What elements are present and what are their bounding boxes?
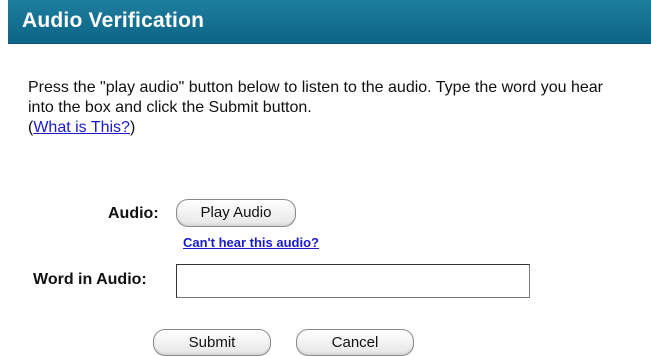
word-in-audio-label: Word in Audio: [33, 271, 147, 288]
dialog-title: Audio Verification [22, 9, 205, 32]
dialog-header: Audio Verification [8, 0, 651, 44]
cancel-button[interactable]: Cancel [296, 329, 414, 356]
word-in-audio-input[interactable] [176, 264, 530, 298]
cant-hear-audio-link[interactable]: Can't hear this audio? [183, 235, 319, 250]
help-link-wrapper: (What is This?) [28, 119, 135, 136]
submit-button[interactable]: Submit [153, 329, 271, 356]
instructions-text: Press the "play audio" button below to l… [28, 79, 603, 116]
audio-label: Audio: [108, 205, 159, 222]
what-is-this-link[interactable]: What is This? [33, 119, 130, 136]
instructions: Press the "play audio" button below to l… [28, 78, 628, 138]
play-audio-button[interactable]: Play Audio [176, 199, 296, 227]
help-close-paren: ) [129, 119, 136, 136]
